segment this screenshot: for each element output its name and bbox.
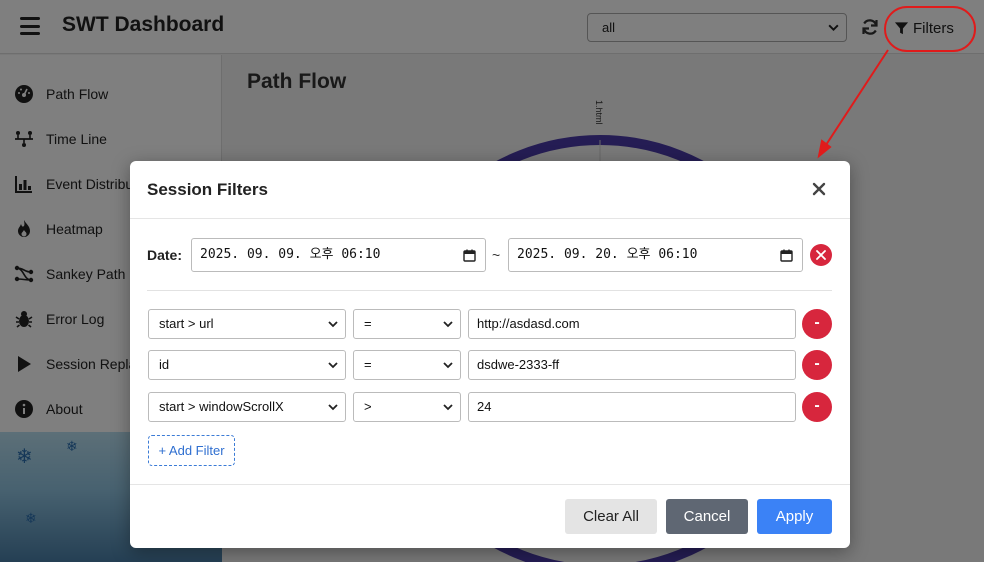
annotation-highlight-ellipse bbox=[884, 6, 976, 52]
close-icon bbox=[816, 250, 826, 260]
date-to-input[interactable]: 2025. 09. 20. 오후 06:10 bbox=[508, 238, 803, 272]
date-from-value: 2025. 09. 09. 오후 06:10 bbox=[200, 247, 381, 262]
clear-all-button[interactable]: Clear All bbox=[565, 499, 657, 534]
apply-button[interactable]: Apply bbox=[757, 499, 832, 534]
calendar-icon[interactable] bbox=[780, 249, 793, 262]
filter-value-input[interactable]: http://asdasd.com bbox=[468, 309, 796, 339]
date-label: Date: bbox=[147, 247, 183, 263]
calendar-icon[interactable] bbox=[463, 249, 476, 262]
filter-operator-value: > bbox=[364, 399, 372, 414]
filter-field-value: id bbox=[159, 357, 170, 372]
chevron-down-icon bbox=[328, 404, 338, 411]
divider bbox=[147, 290, 832, 291]
clear-date-button[interactable] bbox=[810, 244, 832, 266]
close-icon[interactable] bbox=[810, 180, 828, 198]
filter-operator-value: = bbox=[364, 357, 372, 372]
session-filters-dialog: Session Filters Date: 2025. 09. 09. 오후 0… bbox=[130, 161, 850, 548]
dialog-footer: Clear All Cancel Apply bbox=[130, 484, 850, 548]
dialog-title: Session Filters bbox=[147, 180, 268, 199]
remove-filter-button[interactable]: - bbox=[802, 309, 832, 339]
filter-operator-select[interactable]: = bbox=[353, 350, 461, 380]
filter-operator-select[interactable]: > bbox=[353, 392, 461, 422]
filter-field-select[interactable]: start > url bbox=[148, 309, 346, 339]
date-range-separator: ~ bbox=[492, 247, 501, 263]
chevron-down-icon bbox=[443, 404, 453, 411]
remove-filter-button[interactable]: - bbox=[802, 350, 832, 380]
chevron-down-icon bbox=[443, 362, 453, 369]
chevron-down-icon bbox=[443, 321, 453, 328]
filter-operator-value: = bbox=[364, 316, 372, 331]
filter-field-select[interactable]: id bbox=[148, 350, 346, 380]
filter-value-input[interactable]: 24 bbox=[468, 392, 796, 422]
add-filter-button[interactable]: + Add Filter bbox=[148, 435, 235, 466]
date-from-input[interactable]: 2025. 09. 09. 오후 06:10 bbox=[191, 238, 486, 272]
dialog-header: Session Filters bbox=[130, 161, 850, 219]
filter-value-input[interactable]: dsdwe-2333-ff bbox=[468, 350, 796, 380]
date-to-value: 2025. 09. 20. 오후 06:10 bbox=[517, 247, 698, 262]
filter-operator-select[interactable]: = bbox=[353, 309, 461, 339]
chevron-down-icon bbox=[328, 321, 338, 328]
filter-field-value: start > url bbox=[159, 316, 214, 331]
chevron-down-icon bbox=[328, 362, 338, 369]
filter-field-select[interactable]: start > windowScrollX bbox=[148, 392, 346, 422]
cancel-button[interactable]: Cancel bbox=[666, 499, 748, 534]
remove-filter-button[interactable]: - bbox=[802, 392, 832, 422]
filter-field-value: start > windowScrollX bbox=[159, 399, 284, 414]
